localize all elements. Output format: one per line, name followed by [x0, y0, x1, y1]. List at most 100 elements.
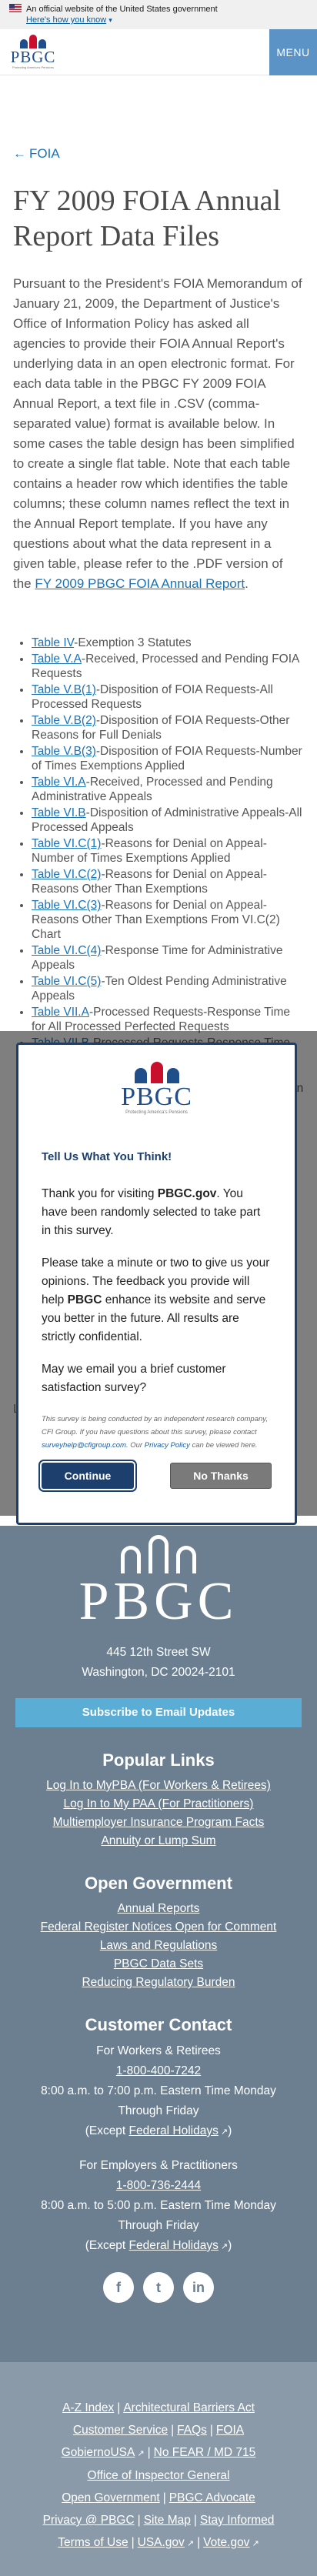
- gov-banner: An official website of the United States…: [0, 0, 317, 29]
- footer-link[interactable]: Stay Informed: [200, 2514, 275, 2527]
- federal-holidays-link[interactable]: Federal Holidays: [129, 2124, 219, 2137]
- data-file-link[interactable]: Table V.B(2): [32, 714, 96, 727]
- footer-logo-text: PBGC: [78, 1572, 239, 1631]
- except-after: ): [228, 2239, 232, 2252]
- popular-links: Log In to MyPBA (For Workers & Retirees)…: [0, 1777, 317, 1850]
- footer-link[interactable]: USA.gov: [138, 2536, 185, 2549]
- data-file-link[interactable]: Table VII.A: [32, 1006, 89, 1019]
- disclaimer-before: This survey is being conducted by an ind…: [42, 1415, 268, 1436]
- p1-bold: PBGC.gov: [157, 1187, 217, 1200]
- open-government-link[interactable]: PBGC Data Sets: [0, 1955, 317, 1974]
- heres-how-you-know-link[interactable]: Here's how you know ▾: [26, 15, 308, 25]
- popular-link[interactable]: Multiemployer Insurance Program Facts: [0, 1814, 317, 1832]
- except-after: ): [228, 2124, 232, 2137]
- open-government-link[interactable]: Laws and Regulations: [0, 1937, 317, 1955]
- federal-holidays-link[interactable]: Federal Holidays: [129, 2239, 219, 2252]
- modal-paragraph-3: May we email you a brief customer satisf…: [42, 1363, 226, 1394]
- continue-button[interactable]: Continue: [42, 1463, 134, 1489]
- menu-button[interactable]: MENU: [269, 28, 317, 75]
- site-header: PBGC Protecting America's Pensions MENU: [0, 28, 317, 75]
- page-title: FY 2009 FOIA Annual Report Data Files: [13, 185, 282, 252]
- data-file-link[interactable]: Table V.A: [32, 652, 82, 666]
- linkedin-icon[interactable]: in: [183, 2272, 214, 2303]
- footer-link[interactable]: GobiernoUSA: [62, 2446, 135, 2459]
- arrow-left-icon: ←: [13, 146, 26, 161]
- popular-links-heading: Popular Links: [102, 1750, 215, 1770]
- footer-link[interactable]: Privacy @ PBGC: [43, 2514, 135, 2527]
- footer-link[interactable]: FAQs: [177, 2424, 207, 2437]
- external-link-icon: ↗: [218, 2242, 229, 2251]
- footer-link[interactable]: Office of Inspector General: [88, 2469, 230, 2482]
- list-item: Table IV-Exemption 3 Statutes: [32, 636, 304, 650]
- no-thanks-button[interactable]: No Thanks: [170, 1463, 272, 1489]
- modal-title: Tell Us What You Think!: [42, 1150, 172, 1163]
- customer-contact-heading: Customer Contact: [85, 2015, 232, 2034]
- annual-report-pdf-link[interactable]: FY 2009 PBGC FOIA Annual Report: [35, 576, 245, 591]
- footer-link[interactable]: PBGC Advocate: [169, 2491, 255, 2504]
- footer-link[interactable]: Architectural Barriers Act: [123, 2401, 255, 2414]
- data-file-link[interactable]: Table V.B(3): [32, 745, 96, 758]
- employers-label: For Employers & Practitioners: [79, 2159, 238, 2172]
- data-file-link[interactable]: Table VI.C(3): [32, 899, 101, 912]
- separator: |: [131, 2536, 135, 2549]
- privacy-policy-link[interactable]: Privacy Policy: [145, 1441, 190, 1450]
- list-item: Table VII.A-Processed Requests-Response …: [32, 1005, 304, 1034]
- data-file-link[interactable]: Table IV: [32, 636, 74, 649]
- list-item: Table V.B(1)-Disposition of FOIA Request…: [32, 682, 304, 712]
- popular-link[interactable]: Log In to My PAA (For Practitioners): [0, 1795, 317, 1814]
- footer-link[interactable]: Site Map: [144, 2514, 191, 2527]
- disclaimer-after: can be viewed here.: [189, 1441, 258, 1450]
- footer-address: 445 12th Street SW Washington, DC 20024-…: [0, 1643, 317, 1683]
- modal-paragraph-2: Please take a minute or two to give us y…: [42, 1254, 272, 1346]
- data-file-link[interactable]: Table VI.A: [32, 776, 86, 789]
- list-item: Table V.B(2)-Disposition of FOIA Request…: [32, 713, 304, 742]
- footer-link-row: Customer Service | FAQs | FOIA: [0, 2423, 317, 2438]
- data-file-link[interactable]: Table VI.C(5): [32, 975, 101, 988]
- data-file-link[interactable]: Table VI.C(1): [32, 837, 101, 850]
- twitter-icon[interactable]: t: [143, 2272, 174, 2303]
- footer-link[interactable]: Customer Service: [73, 2424, 168, 2437]
- separator: |: [117, 2401, 121, 2414]
- address-line-1: 445 12th Street SW: [106, 1646, 211, 1659]
- site-footer: PBGC 445 12th Street SW Washington, DC 2…: [0, 1526, 317, 2362]
- subscribe-button[interactable]: Subscribe to Email Updates: [15, 1698, 302, 1727]
- footer-link[interactable]: A-Z Index: [62, 2401, 114, 2414]
- list-item: Table VI.C(5)-Ten Oldest Pending Adminis…: [32, 974, 304, 1003]
- intro-text: Pursuant to the President's FOIA Memoran…: [13, 276, 302, 591]
- list-item: Table VI.C(2)-Reasons for Denial on Appe…: [32, 867, 304, 896]
- footer-logo: PBGC: [0, 1533, 317, 1630]
- external-link-icon: ↗: [184, 2539, 195, 2548]
- footer-link-row: A-Z Index | Architectural Barriers Act: [0, 2401, 317, 2416]
- data-file-link[interactable]: Table V.B(1): [32, 683, 96, 696]
- intro-paragraph: Pursuant to the President's FOIA Memoran…: [13, 274, 304, 594]
- open-government-link[interactable]: Federal Register Notices Open for Commen…: [0, 1918, 317, 1937]
- separator: |: [147, 2446, 151, 2459]
- data-file-link[interactable]: Table VI.C(4): [32, 944, 101, 957]
- open-government-links: Annual Reports Federal Register Notices O…: [0, 1900, 317, 1992]
- footer-link[interactable]: Open Government: [62, 2491, 160, 2504]
- footer-link[interactable]: Terms of Use: [58, 2536, 128, 2549]
- back-to-foia-link[interactable]: ← FOIA: [13, 146, 304, 162]
- survey-modal: PBGC Protecting America's Pensions Tell …: [16, 1043, 297, 1525]
- address-line-2: Washington, DC 20024-2101: [82, 1666, 235, 1679]
- logo-tagline: Protecting America's Pensions: [12, 65, 54, 69]
- footer-link[interactable]: No FEAR / MD 715: [154, 2446, 256, 2459]
- footer-link[interactable]: FOIA: [216, 2424, 244, 2437]
- employers-hours: 8:00 a.m. to 5:00 p.m. Eastern Time Mond…: [41, 2199, 276, 2232]
- survey-help-email-link[interactable]: surveyhelp@cfigroup.com: [42, 1441, 126, 1450]
- data-file-link[interactable]: Table VI.B: [32, 806, 86, 819]
- open-government-link[interactable]: Annual Reports: [0, 1900, 317, 1918]
- popular-link[interactable]: Log In to MyPBA (For Workers & Retirees): [0, 1777, 317, 1795]
- data-file-link[interactable]: Table VI.C(2): [32, 868, 101, 881]
- workers-phone-link[interactable]: 1-800-400-7242: [116, 2064, 201, 2077]
- pbgc-logo[interactable]: PBGC Protecting America's Pensions: [9, 35, 57, 69]
- list-item: Table VI.C(3)-Reasons for Denial on Appe…: [32, 898, 304, 942]
- popular-link[interactable]: Annuity or Lump Sum: [0, 1832, 317, 1850]
- employers-phone-link[interactable]: 1-800-736-2444: [116, 2179, 201, 2192]
- footer-link[interactable]: Vote.gov: [203, 2536, 249, 2549]
- chevron-down-icon: ▾: [108, 16, 112, 24]
- open-government-link[interactable]: Reducing Regulatory Burden: [0, 1974, 317, 1992]
- main-content: ← FOIA FY 2009 FOIA Annual Report Data Fi…: [0, 146, 317, 1141]
- facebook-icon[interactable]: f: [103, 2272, 134, 2303]
- except-before: (Except: [85, 2124, 129, 2137]
